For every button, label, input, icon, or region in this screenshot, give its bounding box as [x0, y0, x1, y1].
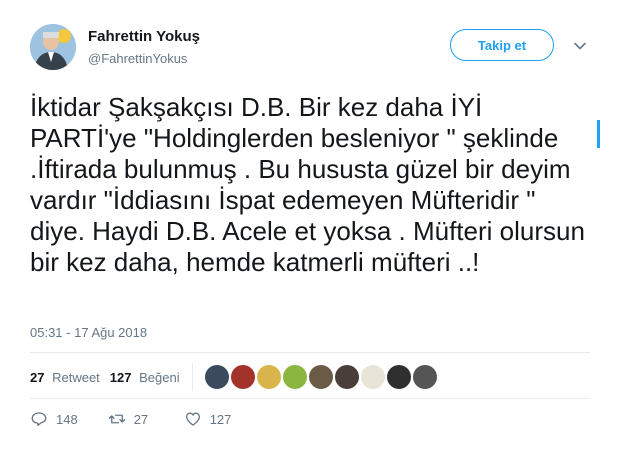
liker-avatar[interactable]	[386, 365, 411, 389]
liker-avatar[interactable]	[334, 365, 359, 389]
like-count-link[interactable]: 127 Beğeni	[110, 370, 180, 385]
liker-avatar[interactable]	[282, 365, 307, 389]
author-avatar[interactable]	[30, 24, 76, 70]
retweet-icon	[108, 414, 125, 424]
divider	[30, 352, 590, 353]
like-button[interactable]: 127	[184, 410, 232, 428]
tweet-timestamp[interactable]: 05:31 - 17 Ağu 2018	[30, 325, 147, 340]
reply-icon	[31, 412, 47, 427]
heart-icon	[185, 412, 200, 426]
chevron-down-icon[interactable]	[572, 38, 588, 54]
liker-avatar[interactable]	[204, 365, 229, 389]
tweet-stats: 27 Retweet 127 Beğeni	[30, 358, 437, 396]
tweet-actions: 148 27 127	[30, 410, 261, 428]
like-count: 127	[109, 369, 132, 385]
liker-avatar[interactable]	[256, 365, 281, 389]
retweet-label: Retweet	[52, 369, 100, 385]
follow-button[interactable]: Takip et	[450, 29, 554, 61]
author-handle[interactable]: @FahrettinYokus	[88, 51, 187, 66]
like-action-count: 127	[209, 411, 232, 427]
liker-avatar[interactable]	[230, 365, 255, 389]
retweet-action-count: 27	[133, 411, 149, 427]
text-cursor	[597, 120, 600, 148]
reply-button[interactable]: 148	[30, 410, 78, 428]
author-name[interactable]: Fahrettin Yokuş	[88, 28, 200, 45]
retweet-count: 27	[30, 369, 45, 385]
retweet-button[interactable]: 27	[108, 410, 154, 428]
liker-avatar[interactable]	[308, 365, 333, 389]
tweet-text: İktidar Şakşakçısı D.B. Bir kez daha İYİ…	[30, 92, 585, 277]
liker-avatars	[204, 365, 437, 389]
divider	[30, 398, 590, 399]
profile-photo-icon	[30, 24, 76, 70]
retweet-count-link[interactable]: 27 Retweet	[30, 370, 100, 385]
like-label: Beğeni	[139, 369, 180, 385]
reply-count: 148	[56, 411, 78, 427]
liker-avatar[interactable]	[360, 365, 385, 389]
stats-separator	[191, 363, 193, 391]
liker-avatar[interactable]	[412, 365, 437, 389]
